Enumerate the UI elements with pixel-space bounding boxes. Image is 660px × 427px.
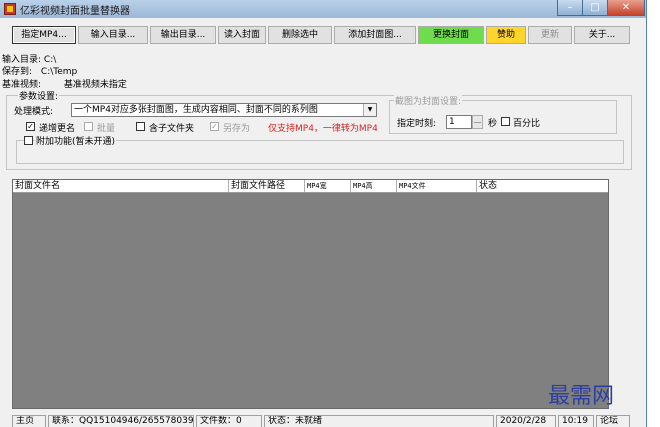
- extra-feature-label: 附加功能(暂未开通): [35, 134, 117, 147]
- mode-select[interactable]: 一个MP4对应多张封面图，生成内容相同、封面不同的系列图 ▼: [71, 103, 377, 117]
- update-button[interactable]: 更新: [528, 26, 572, 44]
- status-state: 状态：未就绪: [264, 415, 494, 427]
- col-cover-path[interactable]: 封面文件路径: [229, 180, 305, 192]
- toolbar: 指定MP4... 输入目录... 输出目录... 读入封面 删除选中 添加封面图…: [0, 26, 646, 45]
- percent-label: 百分比: [513, 119, 541, 129]
- capture-time-label: 指定时刻:: [397, 119, 437, 129]
- list-header: 封面文件名 封面文件路径 MP4宽 MP4高 MP4文件 状态: [13, 180, 608, 193]
- status-date: 2020/2/28: [496, 415, 556, 427]
- status-time: 10:19: [558, 415, 594, 427]
- col-mp4-file[interactable]: MP4文件: [397, 180, 477, 192]
- base-video-value: 基准视频未指定: [63, 80, 127, 90]
- add-cover-image-button[interactable]: 添加封面图...: [334, 26, 416, 44]
- watermark: 最需网: [548, 384, 615, 409]
- save-to-value: C:\Temp: [40, 67, 78, 77]
- maximize-button[interactable]: □: [582, 0, 608, 16]
- delete-selected-button[interactable]: 删除选中: [268, 26, 332, 44]
- title-bar[interactable]: 亿彩视频封面批量替换器 – □ ✕: [0, 0, 646, 18]
- params-group-label: 参数设置:: [18, 89, 60, 102]
- save-to-label: 保存到:: [2, 67, 33, 77]
- cover-file-list[interactable]: 封面文件名 封面文件路径 MP4宽 MP4高 MP4文件 状态: [12, 179, 609, 409]
- minimize-button[interactable]: –: [557, 0, 583, 16]
- include-subfolders-label: 含子文件夹: [149, 124, 195, 134]
- about-button[interactable]: 关于...: [574, 26, 630, 44]
- capture-time-input[interactable]: 1: [446, 115, 472, 129]
- output-dir-button[interactable]: 输出目录...: [150, 26, 216, 44]
- batch-checkbox[interactable]: [84, 122, 93, 131]
- status-bar: 主页 联系：QQ15104946/2655780399~ 文件数：0 状态：未就…: [0, 414, 646, 427]
- col-cover-name[interactable]: 封面文件名: [13, 180, 229, 192]
- col-status[interactable]: 状态: [477, 180, 608, 192]
- col-mp4-height[interactable]: MP4高: [351, 180, 397, 192]
- col-mp4-width[interactable]: MP4宽: [305, 180, 351, 192]
- capture-time-spinner[interactable]: [472, 115, 483, 129]
- save-as-label: 另存为: [223, 124, 251, 134]
- status-contact: 联系：QQ15104946/2655780399~: [48, 415, 194, 427]
- status-home[interactable]: 主页: [12, 415, 46, 427]
- seconds-unit-label: 秒: [488, 119, 498, 129]
- capture-group-label: 截图为封面设置:: [394, 94, 463, 107]
- replace-cover-button[interactable]: 更换封面: [418, 26, 484, 44]
- mode-select-value: 一个MP4对应多张封面图，生成内容相同、封面不同的系列图: [74, 105, 318, 115]
- auto-rename-checkbox[interactable]: ✓: [26, 122, 35, 131]
- mode-label: 处理模式:: [14, 107, 54, 117]
- chevron-down-icon[interactable]: ▼: [363, 104, 376, 116]
- app-window: 亿彩视频封面批量替换器 – □ ✕ 指定MP4... 输入目录... 输出目录.…: [0, 0, 647, 427]
- select-mp4-button[interactable]: 指定MP4...: [12, 26, 76, 44]
- auto-rename-label: 递增更名: [39, 124, 76, 134]
- extra-feature-checkbox[interactable]: [24, 136, 33, 145]
- status-forum[interactable]: 论坛: [596, 415, 630, 427]
- save-to-row: 保存到: C:\Temp: [2, 64, 77, 77]
- mp4-only-note: 仅支持MP4，一律转为MP4: [268, 124, 378, 134]
- save-as-checkbox[interactable]: ✓: [210, 122, 219, 131]
- status-file-count: 文件数：0: [196, 415, 262, 427]
- close-button[interactable]: ✕: [607, 0, 645, 16]
- load-cover-button[interactable]: 读入封面: [218, 26, 266, 44]
- app-icon: [4, 3, 16, 15]
- include-subfolders-checkbox[interactable]: [136, 122, 145, 131]
- sponsor-button[interactable]: 赞助: [486, 26, 526, 44]
- batch-label: 批量: [97, 124, 116, 134]
- percent-checkbox[interactable]: [501, 117, 510, 126]
- window-title: 亿彩视频封面批量替换器: [20, 6, 130, 17]
- input-dir-button[interactable]: 输入目录...: [78, 26, 148, 44]
